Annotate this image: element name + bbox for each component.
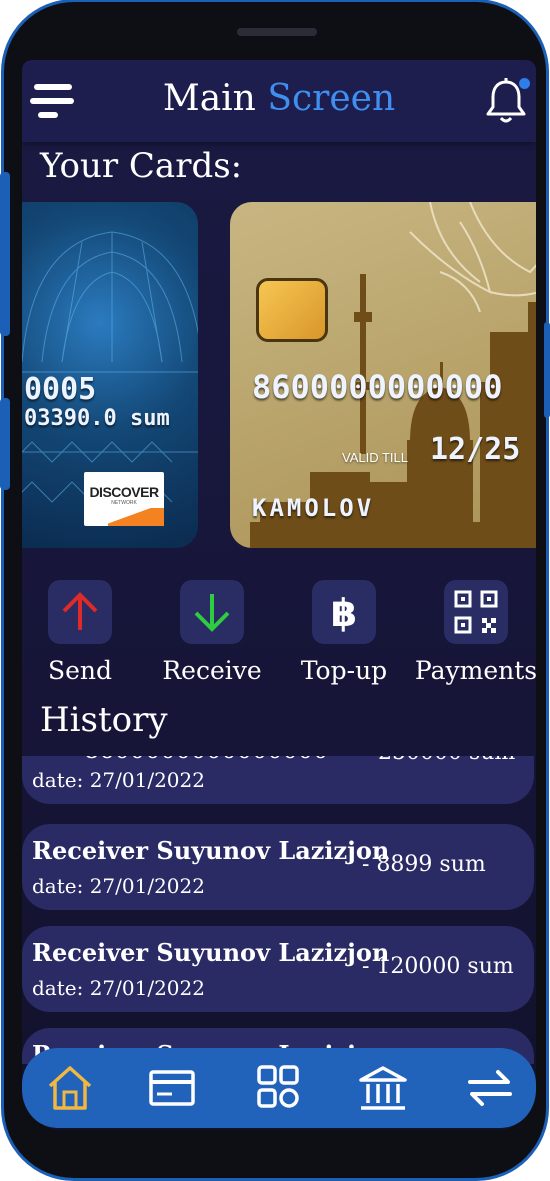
history-list[interactable]: 8600000000000000 250000 sum date: 27/01/… — [22, 754, 536, 1064]
card-holder-name: KAMOLOV — [252, 494, 375, 522]
volume-button — [0, 172, 10, 336]
history-item-date: date: 27/01/2022 — [32, 874, 205, 898]
side-button — [0, 398, 10, 490]
title-accent: Screen — [267, 78, 396, 119]
qr-code-icon — [454, 590, 498, 634]
history-item[interactable]: Receiver Suyunov Lazizjon - 8899 sum dat… — [22, 824, 534, 910]
discover-logo: DISCOVER NETWORK — [84, 472, 164, 526]
history-item-amount: - 8899 sum — [362, 852, 486, 877]
arrow-up-icon — [62, 592, 98, 630]
receive-label: Receive — [162, 656, 262, 685]
history-item[interactable]: 8600000000000000 250000 sum date: 27/01/… — [22, 754, 534, 804]
cards-section-title: Your Cards: — [40, 146, 243, 186]
payments-button[interactable]: Payments — [411, 580, 536, 685]
speaker-grille — [237, 28, 317, 36]
card-number-fragment: 0005 — [24, 372, 97, 407]
svg-text:฿: ฿ — [331, 591, 357, 635]
card-blue[interactable]: 0005 03390.0 sum DISCOVER NETWORK — [22, 202, 198, 548]
app-screen: Main Screen Your Cards: 0005 03390.0 sum… — [22, 60, 536, 1130]
page-title: Main Screen — [22, 78, 536, 119]
history-title: History — [40, 700, 168, 740]
bank-icon[interactable] — [355, 1062, 411, 1114]
home-icon[interactable] — [42, 1062, 98, 1114]
transfer-icon[interactable] — [462, 1062, 518, 1114]
quick-actions: Send Receive ฿ Top-up Payments — [22, 580, 536, 690]
arrow-down-icon — [194, 594, 230, 632]
history-item-date: date: 27/01/2022 — [32, 976, 205, 1000]
bitcoin-icon: ฿ — [331, 591, 357, 635]
history-item-date: date: 27/01/2022 — [32, 768, 205, 792]
cards-carousel[interactable]: 0005 03390.0 sum DISCOVER NETWORK 860000… — [22, 202, 536, 550]
notification-dot — [519, 78, 530, 89]
grid-icon[interactable] — [250, 1062, 306, 1114]
payments-label: Payments — [414, 656, 536, 685]
receive-icon-box — [180, 580, 244, 644]
bottom-nav — [22, 1048, 536, 1128]
send-icon-box — [48, 580, 112, 644]
title-main: Main — [162, 78, 256, 119]
history-item[interactable]: Receiver Suyunov Lazizjon - 120000 sum d… — [22, 926, 534, 1012]
topup-icon-box: ฿ — [312, 580, 376, 644]
history-item-amount: - 120000 sum — [362, 954, 514, 979]
card-gold[interactable]: 8600000000000 3 VALID TILL 12/25 KAMOLOV — [230, 202, 536, 548]
send-button[interactable]: Send — [22, 580, 145, 685]
history-item-title: Receiver Suyunov Lazizjon — [32, 836, 390, 865]
valid-till-date: 12/25 — [430, 432, 521, 467]
topup-label: Top-up — [300, 656, 388, 685]
card-number-fragment: 8600000000000 — [252, 368, 503, 406]
receive-button[interactable]: Receive — [147, 580, 277, 685]
send-label: Send — [47, 656, 113, 685]
topup-button[interactable]: ฿ Top-up — [279, 580, 409, 685]
card-chip — [256, 278, 328, 342]
power-button — [544, 322, 550, 418]
card-balance-fragment: 03390.0 sum — [24, 406, 170, 431]
history-list-top-mask — [22, 750, 536, 756]
card-icon[interactable] — [144, 1062, 200, 1114]
valid-till-label: VALID TILL — [342, 450, 408, 465]
app-header: Main Screen — [22, 60, 536, 142]
payments-icon-box — [444, 580, 508, 644]
history-item-title: Receiver Suyunov Lazizjon — [32, 938, 390, 967]
